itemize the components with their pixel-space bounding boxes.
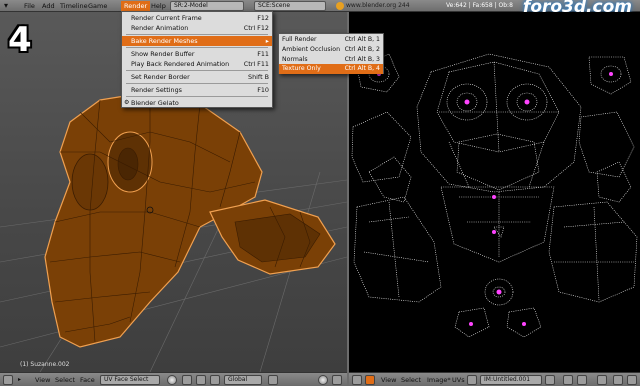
pivot-icon[interactable] (182, 375, 192, 385)
bake-submenu: Full Render Ctrl Alt B, 1 Ambient Occlus… (278, 33, 384, 74)
menu-face[interactable]: Face (80, 376, 95, 384)
suzanne-mesh[interactable] (44, 91, 336, 348)
blender-logo-icon (336, 2, 344, 10)
paint-icon[interactable] (613, 375, 623, 385)
render-preview-icon[interactable] (318, 375, 328, 385)
lock-icon[interactable] (332, 375, 342, 385)
scene-stats: Ve:642 | Fa:658 | Ob:8 (446, 2, 513, 9)
image-browse-icon[interactable] (365, 375, 375, 385)
sync-icon[interactable] (597, 375, 607, 385)
orientation-selector[interactable]: Global (224, 375, 262, 385)
menu-separator (126, 96, 268, 97)
menu-separator (126, 83, 268, 84)
3d-view-header: ▸ View Select Face UV Face Select Global (0, 372, 347, 386)
menu-item-texture-only[interactable]: Texture Only Ctrl Alt B, 4 (279, 64, 383, 74)
menu-file[interactable]: File (24, 2, 35, 10)
render-menu: Render Current Frame F12 Render Animatio… (121, 11, 273, 108)
menu-item-full-render[interactable]: Full Render Ctrl Alt B, 1 (279, 35, 383, 45)
menu-item-play-back-rendered-animation[interactable]: Play Back Rendered Animation Ctrl F11 (122, 59, 272, 69)
close-image-icon[interactable] (545, 375, 555, 385)
widget-icon[interactable] (196, 375, 206, 385)
active-object-label: (1) Suzanne.002 (20, 361, 70, 368)
menu-image[interactable]: Image* (427, 376, 451, 384)
mode-selector[interactable]: UV Face Select (100, 375, 160, 385)
menu-render[interactable]: Render (121, 1, 151, 11)
uv-image-editor[interactable] (349, 12, 640, 372)
submenu-arrow-icon: ▸ (265, 37, 269, 45)
menu-select[interactable]: Select (55, 376, 75, 384)
step-number: 4 (8, 20, 32, 60)
menu-item-blender-gelato[interactable]: ⚙ Blender Gelato (122, 98, 272, 108)
menu-separator (126, 47, 268, 48)
draw-alpha-icon[interactable] (563, 375, 573, 385)
editor-type-icon[interactable] (352, 375, 362, 385)
menu-help[interactable]: Help (151, 2, 166, 10)
uv-vertex-highlights (377, 72, 613, 326)
script-icon: ⚙ (124, 99, 130, 106)
image-name-field[interactable]: IM:Untitled.001 (480, 375, 542, 385)
screen-selector[interactable]: SR:2-Model (170, 1, 244, 11)
layer-icon[interactable] (268, 375, 278, 385)
uv-layout (351, 53, 638, 338)
version-label: www.blender.org 244 (346, 2, 410, 9)
top-header-bar: ▾ File Add Timeline Game Render Help SR:… (0, 0, 640, 17)
window-type-icon[interactable]: ▾ (4, 1, 8, 10)
menu-timeline[interactable]: Timeline (60, 2, 88, 10)
lock-icon[interactable] (577, 375, 587, 385)
uv-editor-header: View Select Image* UVs IM:Untitled.001 (349, 372, 640, 386)
editor-type-icon[interactable] (3, 375, 13, 385)
scene-selector[interactable]: SCE:Scene (254, 1, 326, 11)
menu-item-set-render-border[interactable]: Set Render Border Shift B (122, 72, 272, 82)
draw-type-icon[interactable] (167, 375, 177, 385)
pack-icon[interactable] (627, 375, 637, 385)
menu-add[interactable]: Add (42, 2, 55, 10)
menu-view[interactable]: View (35, 376, 50, 384)
menu-item-bake-render-meshes[interactable]: Bake Render Meshes ▸ (122, 36, 272, 46)
menu-item-show-render-buffer[interactable]: Show Render Buffer F11 (122, 49, 272, 59)
menu-view[interactable]: View (381, 376, 396, 384)
collapse-icon[interactable]: ▸ (18, 376, 21, 383)
pin-icon[interactable] (467, 375, 477, 385)
menu-item-ambient-occlusion[interactable]: Ambient Occlusion Ctrl Alt B, 2 (279, 45, 383, 55)
menu-game[interactable]: Game (88, 2, 107, 10)
manipulator-icon[interactable] (210, 375, 220, 385)
menu-select[interactable]: Select (401, 376, 421, 384)
menu-item-render-settings[interactable]: Render Settings F10 (122, 85, 272, 95)
menu-item-render-current-frame[interactable]: Render Current Frame F12 (122, 13, 272, 23)
menu-uvs[interactable]: UVs (452, 376, 465, 384)
menu-separator (126, 34, 268, 35)
menu-separator (126, 70, 268, 71)
menu-item-render-animation[interactable]: Render Animation Ctrl F12 (122, 23, 272, 33)
